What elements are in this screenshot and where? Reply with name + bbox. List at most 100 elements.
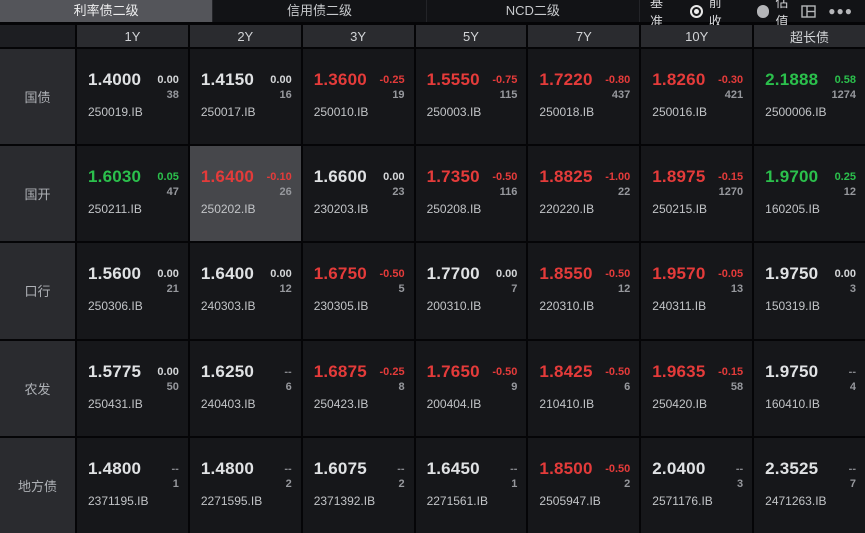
yield-cell[interactable]: 1.9570 -0.05 13 240311.IB — [641, 243, 753, 339]
yield-cell[interactable]: 1.6400 0.00 12 240303.IB — [189, 243, 301, 339]
volume-count: 1270 — [718, 186, 744, 199]
change-value: -0.50 — [605, 462, 631, 475]
yield-cell[interactable]: 2.1888 0.58 1274 2500006.IB — [754, 49, 865, 145]
change-value: -0.50 — [492, 171, 518, 184]
yield-cell[interactable]: 1.6450 -- 1 2271561.IB — [415, 437, 527, 533]
column-header: 3Y — [302, 25, 414, 47]
tab-bar: 利率债二级 信用债二级 NCD二级 — [0, 0, 640, 22]
change-value: 0.58 — [834, 74, 856, 86]
yield-cell[interactable]: 2.3525 -- 7 2471263.IB — [754, 437, 865, 533]
yield-cell[interactable]: 1.4800 -- 2 2271595.IB — [189, 437, 301, 533]
tab-rates-secondary[interactable]: 利率债二级 — [0, 0, 214, 22]
volume-count: 2 — [285, 477, 292, 490]
change-value: -0.50 — [492, 365, 518, 378]
volume-count: 12 — [618, 283, 631, 296]
volume-count: 4 — [849, 380, 856, 393]
change-value: -- — [171, 462, 179, 475]
yield-cell[interactable]: 1.5550 -0.75 115 250003.IB — [415, 49, 527, 145]
yield-cell[interactable]: 1.8550 -0.50 12 220310.IB — [528, 243, 640, 339]
yield-cell[interactable]: 1.6250 -- 6 240403.IB — [189, 340, 301, 436]
bond-code: 250423.IB — [313, 396, 369, 411]
yield-value: 2.1888 — [765, 70, 819, 89]
yield-cell[interactable]: 1.8500 -0.50 2 2505947.IB — [528, 437, 640, 533]
bond-code: 250017.IB — [200, 105, 256, 119]
yield-cell[interactable]: 1.8425 -0.50 6 210410.IB — [528, 340, 640, 436]
yield-cell[interactable]: 1.6030 0.05 47 250211.IB — [77, 146, 188, 242]
tab-ncd-secondary[interactable]: NCD二级 — [427, 0, 640, 22]
yield-value: 1.8500 — [539, 458, 593, 478]
yield-value: 1.8975 — [652, 167, 706, 187]
yield-board: 1Y 2Y 3Y 5Y 7Y 10Y 超长债 国债 1.4000 0.00 38 250019.IB 1… — [0, 22, 865, 533]
volume-count: 115 — [499, 89, 518, 101]
bond-code: 240303.IB — [200, 299, 256, 314]
yield-value: 1.5775 — [88, 361, 142, 381]
yield-cell[interactable]: 1.8260 -0.30 421 250016.IB — [641, 49, 753, 145]
change-value: -0.30 — [718, 74, 744, 86]
yield-value: 1.6030 — [88, 167, 142, 187]
yield-cell[interactable]: 1.5775 0.00 50 250431.IB — [77, 340, 188, 436]
bond-code: 230203.IB — [313, 202, 369, 217]
bond-code: 200310.IB — [426, 299, 482, 314]
volume-count: 7 — [511, 283, 518, 296]
bond-code: 2371195.IB — [88, 493, 149, 508]
yield-cell[interactable]: 2.0400 -- 3 2571176.IB — [641, 437, 753, 533]
volume-count: 1274 — [831, 89, 856, 101]
yield-cell[interactable]: 1.6600 0.00 23 230203.IB — [302, 146, 414, 242]
yield-value: 1.6450 — [426, 458, 480, 478]
bond-code: 160410.IB — [765, 396, 820, 411]
more-icon[interactable]: ●●● — [828, 5, 853, 17]
yield-cell[interactable]: 1.7220 -0.80 437 250018.IB — [528, 49, 640, 145]
bond-code: 250202.IB — [200, 202, 256, 217]
yield-cell[interactable]: 1.8975 -0.15 1270 250215.IB — [641, 146, 753, 242]
bond-code: 240311.IB — [652, 299, 707, 314]
column-header: 1Y — [77, 25, 188, 47]
volume-count: 58 — [730, 380, 744, 393]
column-header: 10Y — [641, 25, 753, 47]
change-value: 0.00 — [270, 74, 292, 86]
yield-cell[interactable]: 1.3600 -0.25 19 250010.IB — [302, 49, 414, 145]
bond-code: 250215.IB — [652, 202, 707, 217]
bond-code: 220220.IB — [539, 202, 595, 217]
change-value: -0.50 — [379, 268, 405, 281]
volume-count: 12 — [843, 186, 856, 199]
radio-icon-valuation[interactable] — [756, 4, 770, 18]
yield-cell[interactable]: 1.9635 -0.15 58 250420.IB — [641, 340, 753, 436]
yield-cell[interactable]: 1.6750 -0.50 5 230305.IB — [302, 243, 414, 339]
yield-cell[interactable]: 1.9700 0.25 12 160205.IB — [754, 146, 865, 242]
volume-count: 7 — [849, 477, 856, 490]
yield-value: 1.9750 — [765, 361, 819, 381]
yield-cell[interactable]: 1.9750 0.00 3 150319.IB — [754, 243, 865, 339]
yield-cell[interactable]: 1.7700 0.00 7 200310.IB — [415, 243, 527, 339]
yield-cell[interactable]: 1.7350 -0.50 116 250208.IB — [415, 146, 527, 242]
volume-count: 50 — [166, 380, 179, 393]
bond-code: 2271561.IB — [426, 493, 488, 508]
yield-cell[interactable]: 1.5600 0.00 21 250306.IB — [77, 243, 188, 339]
yield-value: 1.9700 — [765, 167, 819, 187]
bond-code: 220310.IB — [539, 299, 595, 314]
bond-code: 250431.IB — [88, 396, 143, 411]
volume-count: 47 — [166, 186, 179, 199]
corner-cell — [0, 25, 75, 47]
yield-cell[interactable]: 1.4150 0.00 16 250017.IB — [189, 49, 301, 145]
change-value: 0.00 — [834, 268, 856, 281]
change-value: -0.50 — [605, 365, 631, 378]
layout-icon[interactable] — [801, 4, 816, 18]
yield-value: 1.7220 — [539, 70, 593, 89]
yield-cell[interactable]: 1.4800 -- 1 2371195.IB — [77, 437, 188, 533]
volume-count: 8 — [398, 380, 405, 393]
radio-icon-prev-close[interactable] — [689, 4, 703, 18]
yield-cell[interactable]: 1.6875 -0.25 8 250423.IB — [302, 340, 414, 436]
yield-cell[interactable]: 1.9750 -- 4 160410.IB — [754, 340, 865, 436]
yield-cell[interactable]: 1.8825 -1.00 22 220220.IB — [528, 146, 640, 242]
yield-cell[interactable]: 1.6400 -0.10 26 250202.IB — [189, 146, 301, 242]
volume-count: 437 — [611, 89, 631, 101]
change-value: -- — [735, 462, 744, 475]
change-value: 0.00 — [157, 365, 179, 378]
column-header: 2Y — [189, 25, 301, 47]
yield-cell[interactable]: 1.7650 -0.50 9 200404.IB — [415, 340, 527, 436]
tab-credit-secondary[interactable]: 信用债二级 — [213, 0, 427, 22]
yield-cell[interactable]: 1.4000 0.00 38 250019.IB — [77, 49, 188, 145]
bond-code: 2500006.IB — [765, 105, 827, 119]
icon-area: ●●● — [801, 4, 853, 18]
yield-cell[interactable]: 1.6075 -- 2 2371392.IB — [302, 437, 414, 533]
